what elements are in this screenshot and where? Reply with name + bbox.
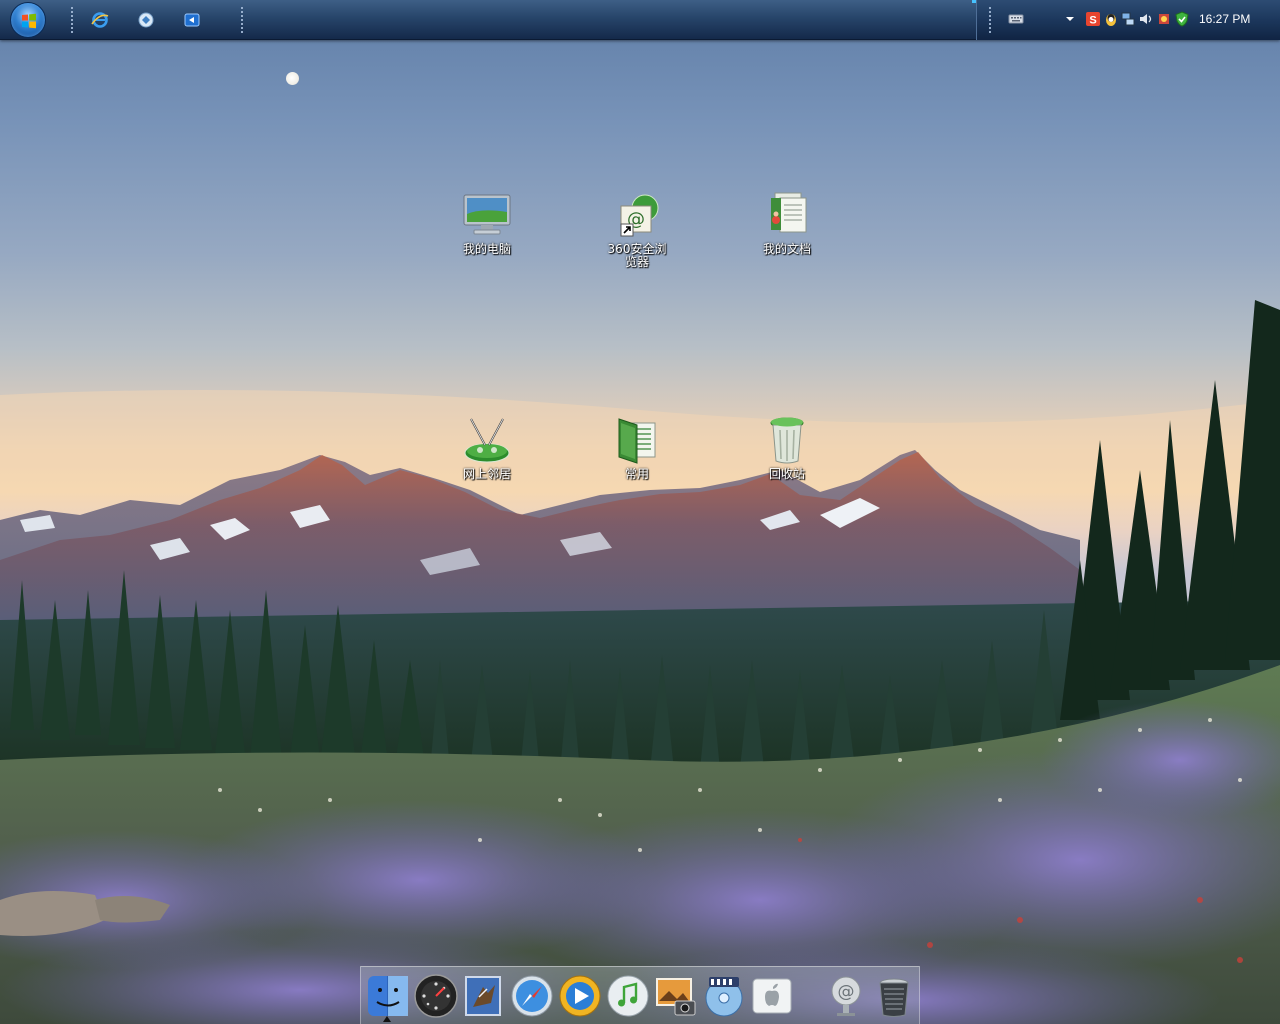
desktop-icon-network-places[interactable]: 网上邻居 [437,415,537,481]
clock[interactable]: 16:27 PM [1199,12,1250,26]
dashboard-icon[interactable] [413,973,459,1019]
iphoto-icon[interactable] [653,973,699,1019]
ie-icon[interactable] [88,8,112,32]
desktop-icon-label: 360安全浏览器 [607,242,667,269]
volume-icon[interactable] [1138,11,1154,27]
start-button[interactable] [10,2,46,38]
desktop-icon-label: 我的文档 [762,242,811,256]
svg-text:@: @ [838,982,855,1002]
taskbar-grip[interactable] [240,6,244,34]
mail-icon[interactable] [461,973,507,1019]
qq-icon[interactable] [1103,11,1119,27]
desktop-icon-common[interactable]: 常用 [587,415,687,481]
show-desktop-icon[interactable] [134,8,158,32]
desktop-icon-360-browser[interactable]: @ 360安全浏览器 [587,190,687,269]
desktop-icon-label: 回收站 [768,467,805,481]
360-guard-icon[interactable] [1174,11,1190,27]
documents-icon [771,192,807,233]
network-places-icon [464,418,510,463]
network-icon[interactable] [1120,11,1136,27]
finder-icon[interactable] [365,973,411,1019]
safari-icon[interactable] [509,973,555,1019]
desktop-icon-label: 常用 [624,467,649,481]
desktop-icon-my-documents[interactable]: 我的文档 [737,190,837,256]
svg-text:S: S [1089,15,1096,27]
quicklaunch-grip[interactable] [70,6,74,34]
desktop-icon-label: 我的电脑 [462,242,511,256]
desktop-wallpaper [0,0,1280,1024]
security-icon[interactable] [1156,11,1172,27]
desktop-icon-label: 网上邻居 [462,467,511,481]
tray-grip[interactable] [988,6,992,34]
tray-expand-arrow-icon[interactable] [1062,11,1078,27]
trash-icon[interactable] [871,973,917,1019]
keyboard-icon[interactable] [1008,11,1024,27]
desktop-icon-recycle-bin[interactable]: 回收站 [737,415,837,481]
desktop-icon-my-computer[interactable]: 我的电脑 [437,190,537,256]
dock-running-indicator [383,1016,391,1022]
dvd-player-icon[interactable] [701,973,747,1019]
itunes-icon[interactable] [605,973,651,1019]
apple-icon[interactable] [749,973,795,1019]
sogou-input-icon[interactable]: S [1085,11,1101,27]
quicktime-icon[interactable] [557,973,603,1019]
switch-windows-icon[interactable] [180,8,204,32]
address-book-icon[interactable]: @ [823,973,869,1019]
dock: @ [360,966,920,1024]
taskbar: S 16:27 PM [0,0,1280,40]
windows-logo-icon [22,13,36,29]
landscape-scene [0,300,1280,1024]
folder-icon [618,418,656,464]
browser-icon: @ [620,194,659,237]
recycle-bin-icon [770,417,804,464]
monitor-icon [463,194,511,235]
